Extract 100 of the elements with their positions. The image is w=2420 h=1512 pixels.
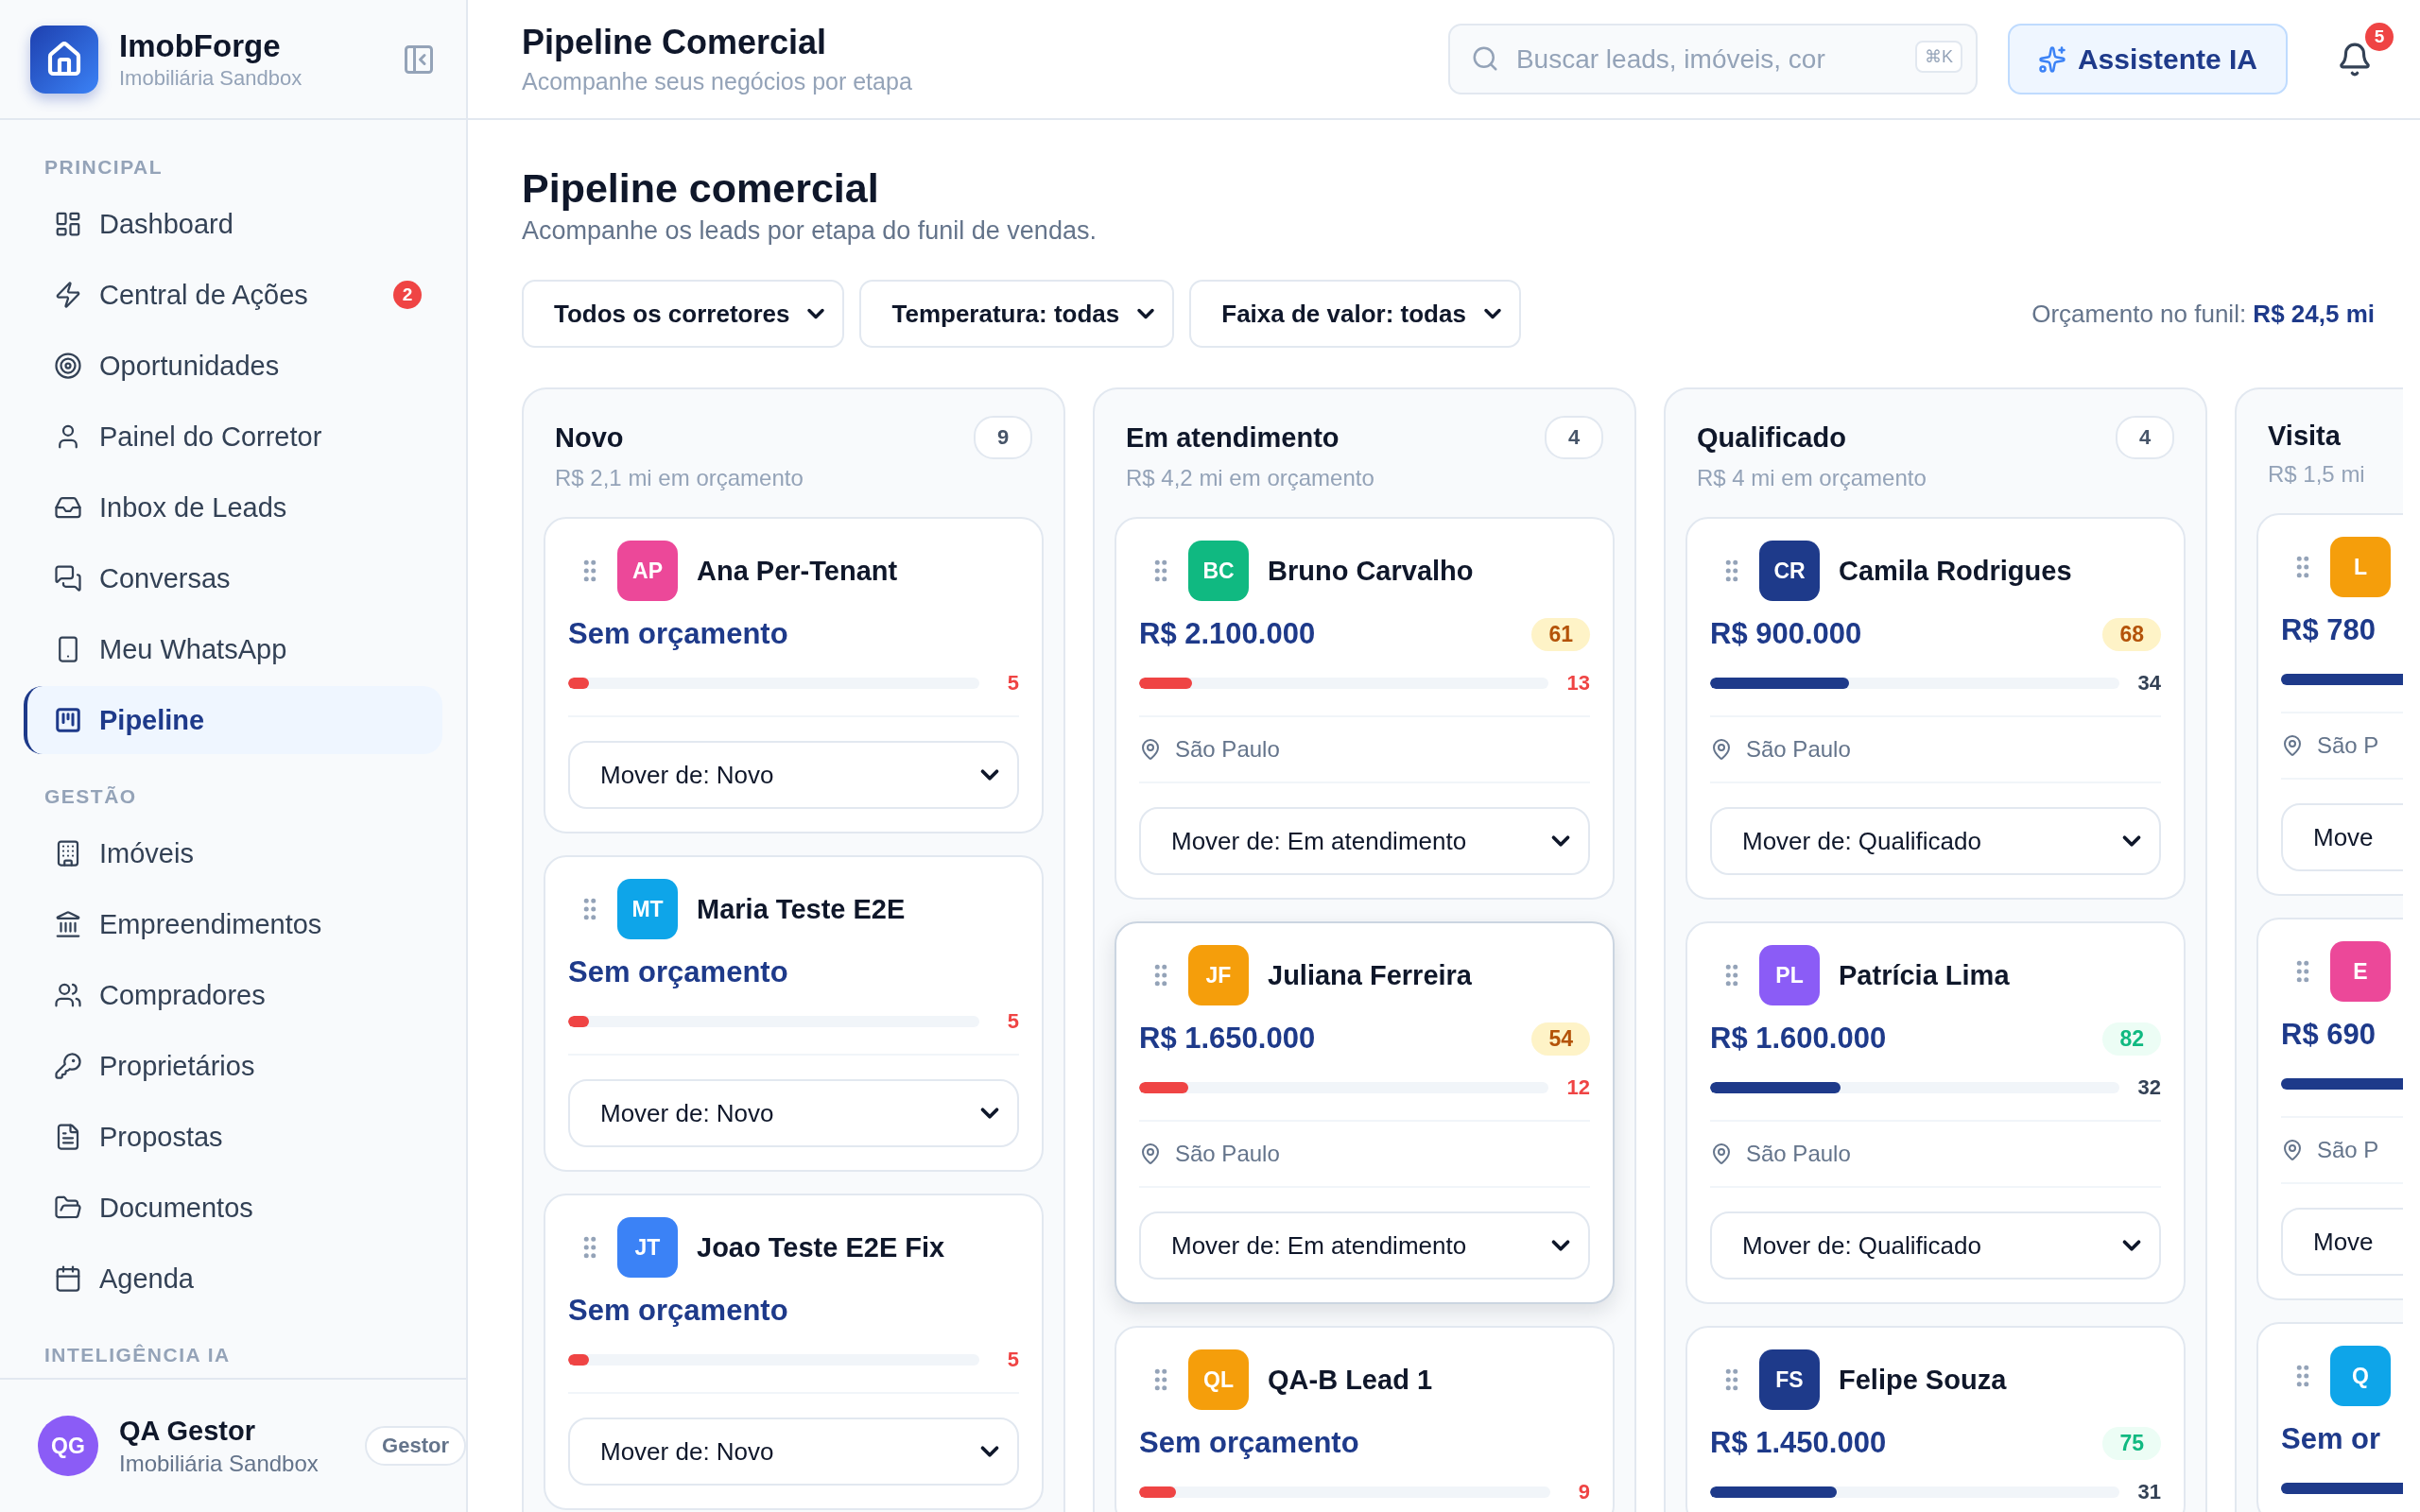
move-stage-select[interactable]: Mover de: Em atendimento [1139,807,1590,875]
lead-card[interactable]: E R$ 690 São P Move [2256,918,2403,1300]
lead-value: R$ 1.650.000 [1139,1021,1316,1057]
lead-avatar: BC [1188,541,1249,601]
lead-value: R$ 900.000 [1710,616,1862,652]
lead-name: Patrícia Lima [1839,959,2010,991]
lead-card[interactable]: BC Bruno Carvalho R$ 2.100.000 61 13 São Paulo Mover de: Em atendimento [1115,517,1615,900]
lead-card[interactable]: PL Patrícia Lima R$ 1.600.000 82 32 São Paulo Mover de: Qualificado [1685,921,2186,1304]
lead-card[interactable]: AP Ana Per-Tenant Sem orçamento 5 Mover de: Novo [544,517,1044,833]
nav-item[interactable]: Propostas [24,1103,442,1171]
location-pin-icon [2281,1139,2304,1161]
location-pin-icon [2281,734,2304,757]
lead-value: R$ 780 [2281,612,2376,648]
move-stage-select[interactable]: Mover de: Novo [568,741,1019,809]
nav-item[interactable]: Painel do Corretor [24,403,442,471]
lead-avatar: JF [1188,945,1249,1005]
column-budget: R$ 2,1 mi em orçamento [555,465,804,491]
nav-item[interactable]: Dashboard [24,190,442,258]
count-badge: 4 [2116,416,2174,459]
user-avatar[interactable]: QG [38,1416,98,1476]
lightning-icon [54,281,82,309]
score-badge: 61 [1531,617,1590,651]
location-text: São Paulo [1746,1141,1851,1167]
lead-card[interactable]: Q Sem or [2256,1322,2403,1512]
nav-item[interactable]: Conversas [24,544,442,612]
move-stage-select[interactable]: Move [2281,803,2403,871]
filter-select[interactable]: Temperatura: todas [859,280,1175,348]
score-badge: 54 [1531,1022,1590,1056]
target-icon [54,352,82,380]
app-logo[interactable] [30,25,98,94]
lead-card[interactable]: MT Maria Teste E2E Sem orçamento 5 Mover de: Novo [544,855,1044,1172]
kanban-icon [54,706,82,734]
lead-value: Sem orçamento [568,1293,788,1329]
column-title: Em atendimento [1126,421,1340,454]
move-stage-select[interactable]: Mover de: Qualificado [1710,807,2161,875]
lead-avatar: L [2330,537,2391,597]
filter-select[interactable]: Faixa de valor: todas [1189,280,1521,348]
lead-card[interactable]: FS Felipe Souza R$ 1.450.000 75 31 [1685,1326,2186,1512]
location-text: São Paulo [1746,736,1851,763]
lead-name: Bruno Carvalho [1268,555,1474,587]
calendar-icon [54,1264,82,1293]
progress-reading: 5 [1006,1009,1019,1034]
user-name: QA Gestor [119,1415,256,1447]
count-badge: 2 [393,281,422,309]
move-stage-select[interactable]: Mover de: Qualificado [1710,1211,2161,1280]
lead-card[interactable]: CR Camila Rodrigues R$ 900.000 68 34 São Paulo Mover de: Qualificado [1685,517,2186,900]
score-badge: 68 [2102,617,2161,651]
lead-name: Felipe Souza [1839,1364,2007,1396]
progress-reading: 34 [2137,671,2161,696]
nav-item[interactable]: Meu WhatsApp [24,615,442,683]
bank-icon [54,910,82,938]
funnel-budget: Orçamento no funil: R$ 24,5 mi [2031,299,2375,329]
location-pin-icon [1139,1143,1162,1165]
progress-reading: 5 [1006,1348,1019,1372]
lead-card[interactable]: JT Joao Teste E2E Fix Sem orçamento 5 Mover de: Novo [544,1194,1044,1510]
score-badge: 75 [2102,1426,2161,1460]
move-stage-select[interactable]: Mover de: Novo [568,1079,1019,1147]
filter-select[interactable]: Todos os corretores [522,280,845,348]
section-label: PRINCIPAL [43,155,164,180]
lead-avatar: CR [1759,541,1820,601]
nav-item[interactable]: Agenda [24,1245,442,1313]
move-stage-select[interactable]: Mover de: Em atendimento [1139,1211,1590,1280]
nav-item[interactable]: Empreendimentos [24,890,442,958]
nav-item[interactable]: Compradores [24,961,442,1029]
header-subtitle: Acompanhe seus negócios por etapa [522,68,913,95]
move-stage-select[interactable]: Mover de: Novo [568,1418,1019,1486]
lead-avatar: FS [1759,1349,1820,1410]
nav-item[interactable]: Imóveis [24,819,442,887]
column-budget: R$ 4,2 mi em orçamento [1126,465,1375,491]
role-badge: Gestor [365,1426,466,1466]
lead-card[interactable]: JF Juliana Ferreira R$ 1.650.000 54 12 São Paulo Mover de: Em atendimento [1115,921,1615,1304]
assistant-button[interactable]: Assistente IA [2007,24,2288,94]
header-title: Pipeline Comercial [522,23,828,62]
nav-item[interactable]: Pipeline [24,686,442,754]
nav-item[interactable]: Inbox de Leads [24,473,442,541]
lead-value: Sem orçamento [1139,1425,1359,1461]
nav-item[interactable]: Oportunidades [24,332,442,400]
nav-item[interactable]: Central de Ações 2 [24,261,442,329]
lead-card[interactable]: QL QA-B Lead 1 Sem orçamento 9 [1115,1326,1615,1512]
column-title: Novo [555,421,624,454]
key-icon [54,1052,82,1080]
location-pin-icon [1139,738,1162,761]
lead-name: Joao Teste E2E Fix [697,1231,945,1263]
nav-item[interactable]: Documentos [24,1174,442,1242]
lead-card[interactable]: L R$ 780 São P Move [2256,513,2403,896]
lead-name: Maria Teste E2E [697,893,906,925]
move-stage-select[interactable]: Move [2281,1208,2403,1276]
lead-name: Juliana Ferreira [1268,959,1472,991]
lead-name: Camila Rodrigues [1839,555,2072,587]
brand-name: ImobForge [119,27,282,64]
score-badge: 82 [2102,1022,2161,1056]
lead-avatar: MT [617,879,678,939]
nav-item[interactable]: Proprietários [24,1032,442,1100]
column-title: Qualificado [1697,421,1846,454]
location-text: São P [2317,732,2379,759]
page-title: Pipeline comercial [522,164,880,213]
notifications-icon[interactable] [2337,41,2373,77]
location-text: São Paulo [1175,1141,1280,1167]
lead-value: R$ 1.600.000 [1710,1021,1887,1057]
column-budget: R$ 4 mi em orçamento [1697,465,1927,491]
